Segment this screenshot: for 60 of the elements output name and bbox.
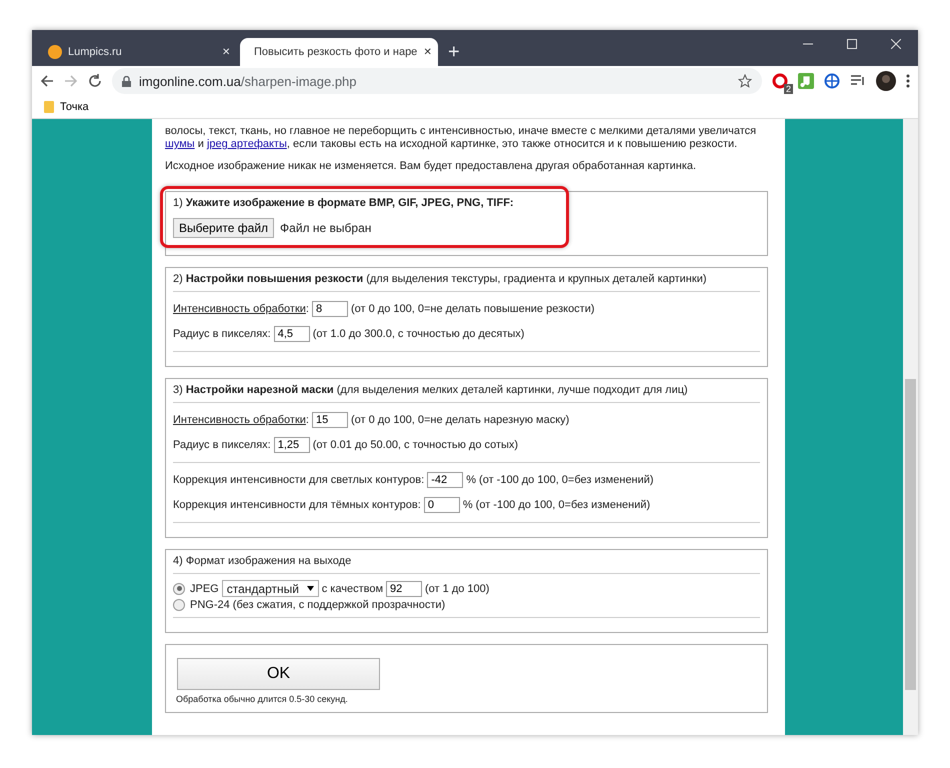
radio-button[interactable] — [173, 582, 185, 594]
avatar-icon[interactable] — [876, 71, 896, 91]
intro-paragraph: Исходное изображение никак не изменяется. Вам будет предоставлена другая обработанная картинка. — [165, 160, 698, 173]
ok-button[interactable]: OK — [177, 658, 380, 690]
input-field[interactable]: 8 — [312, 301, 348, 317]
input-field[interactable]: 4,5 — [274, 326, 310, 342]
reload-icon[interactable] — [88, 74, 102, 88]
file-status: Файл не выбран — [280, 221, 372, 235]
playlist-icon[interactable] — [850, 74, 866, 88]
lock-icon — [122, 76, 131, 86]
menu-icon[interactable] — [906, 74, 910, 88]
address-bar[interactable]: imgonline.com.ua/sharpen-image.php — [112, 68, 762, 94]
browser-tab[interactable]: Lumpics.ru ✕ — [40, 38, 238, 66]
globe-icon[interactable] — [824, 73, 840, 89]
field-label: Интенсивность обработки: — [173, 414, 309, 426]
field-label: Интенсивность обработки: — [173, 303, 309, 315]
field-label: Радиус в пикселях: — [173, 439, 271, 451]
field-hint: (от 1 до 100) — [425, 582, 490, 594]
new-tab-icon[interactable]: + — [448, 42, 460, 62]
site-logo-icon — [48, 45, 62, 59]
maximize-icon[interactable] — [847, 39, 857, 49]
quality-label: с качеством — [322, 582, 384, 594]
field-hint: (от 0.01 до 50.00, с точностью до сотых) — [312, 439, 518, 451]
close-icon[interactable] — [891, 39, 901, 49]
field-hint: (от 0 до 100, 0=не делать нарезную маску) — [350, 414, 570, 426]
choose-file-button[interactable]: Выберите файл — [173, 218, 274, 238]
extension-badge: 2 — [784, 84, 793, 94]
field-hint: (от 0 до 100, 0=не делать повышение резкости) — [350, 303, 595, 315]
star-icon[interactable] — [738, 74, 752, 88]
section-title: 4) Формат изображения на выходе — [173, 555, 352, 567]
field-hint: % (от -100 до 100, 0=без изменений) — [466, 474, 654, 486]
back-icon[interactable] — [40, 74, 54, 88]
section-title: 1) Укажите изображение в формате BMP, GIF, JPEG, PNG, TIFF: — [173, 197, 515, 209]
field-hint: (от 1.0 до 300.0, с точностью до десятых) — [312, 328, 524, 340]
input-field[interactable]: 15 — [312, 412, 348, 428]
browser-tab[interactable]: Повысить резкость фото и наре ✕ — [240, 38, 438, 66]
section-title: 2) Настройки повышения резкости (для выделения текстуры, градиента и крупных деталей картинки) — [173, 273, 708, 285]
text-link[interactable]: шумы — [165, 138, 195, 150]
bookmark-item[interactable]: Точка — [60, 101, 89, 113]
radio-label: PNG-24 (без сжатия, с поддержкой прозрачности) — [190, 599, 446, 611]
field-label: Радиус в пикселях: — [173, 328, 271, 340]
dropdown-arrow-icon — [306, 586, 314, 591]
section-title: 3) Настройки нарезной маски (для выделения мелких деталей картинки, лучше подходит для лиц) — [173, 384, 689, 396]
input-field[interactable]: 0 — [424, 497, 460, 513]
input-field[interactable]: -42 — [427, 472, 464, 488]
folder-icon — [44, 101, 54, 113]
field-label: Коррекция интенсивности для тёмных контуров: — [173, 499, 421, 511]
field-hint: % (от -100 до 100, 0=без изменений) — [462, 499, 650, 511]
input-field[interactable]: 92 — [386, 580, 422, 596]
field-label: Коррекция интенсивности для светлых контуров: — [173, 474, 424, 486]
quality-dropdown[interactable]: стандартный — [222, 580, 319, 597]
scrollbar[interactable] — [903, 119, 918, 735]
input-field[interactable]: 1,25 — [274, 437, 310, 453]
intro-paragraph: волосы, текст, ткань, но главное не переборщить с интенсивностью, иначе вместе с мелкими деталями увеличатся шумы и jpeg артефакты, если таковы есть на исходной картинке, это также относится и к повышению резкости. — [165, 125, 758, 151]
radio-button[interactable] — [173, 599, 185, 611]
duration-note: Обработка обычно длится 0.5-30 секунд. — [176, 694, 349, 704]
ring-icon[interactable] — [772, 73, 788, 89]
text-link[interactable]: jpeg артефакты — [206, 138, 287, 150]
radio-label: JPEG — [190, 582, 219, 594]
music-note-icon[interactable] — [798, 73, 814, 89]
